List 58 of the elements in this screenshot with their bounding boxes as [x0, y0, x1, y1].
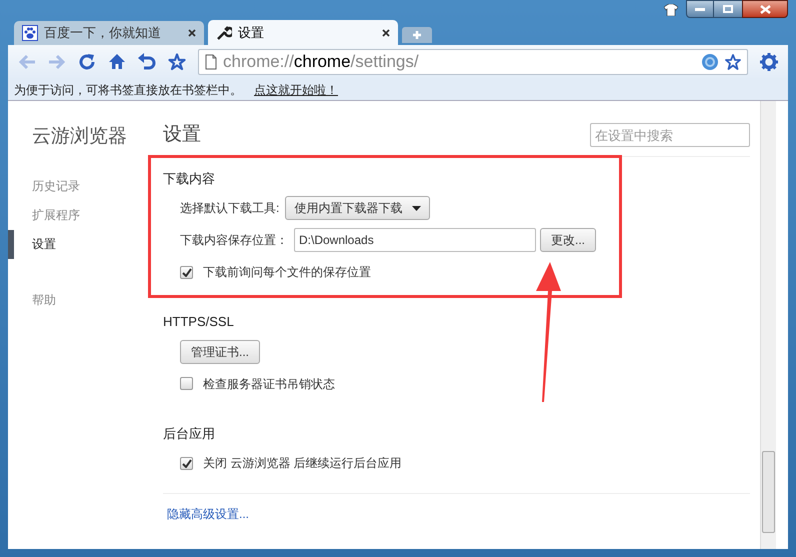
- forward-icon: [48, 54, 66, 70]
- browser-name: 云游浏览器: [31, 125, 128, 149]
- tab-title: 设置: [238, 24, 265, 42]
- wrench-icon: [216, 24, 232, 40]
- manage-certificates-button[interactable]: 管理证书...: [180, 340, 260, 364]
- reload-icon: [78, 53, 96, 71]
- close-icon: [382, 28, 390, 36]
- download-tool-dropdown[interactable]: 使用内置下载器下载: [285, 196, 430, 220]
- sidebar-item[interactable]: 帮助: [32, 291, 56, 309]
- hide-advanced-link[interactable]: 隐藏高级设置...: [167, 507, 250, 521]
- url-text: chrome://chrome/settings/: [223, 51, 420, 74]
- field-label: 选择默认下载工具:: [180, 200, 280, 217]
- maximize-button[interactable]: [714, 0, 742, 18]
- close-button[interactable]: [742, 0, 788, 18]
- search-field[interactable]: 在设置中搜索: [590, 123, 750, 148]
- bookmark-link[interactable]: 点这就开始啦！: [254, 80, 338, 98]
- home-icon: [108, 53, 126, 71]
- close-icon: [760, 4, 770, 14]
- checkbox[interactable]: [180, 377, 193, 390]
- minimize-button[interactable]: [686, 0, 714, 18]
- address-bar[interactable]: chrome://chrome/settings/: [198, 49, 748, 75]
- plus-icon: [412, 30, 422, 40]
- undo-icon: [138, 53, 156, 71]
- close-icon: [188, 29, 196, 37]
- page-icon: [205, 54, 217, 70]
- caret-icon: [412, 206, 422, 210]
- check-icon: [182, 458, 192, 468]
- minimize-icon: [695, 8, 705, 10]
- shirt-icon: [664, 4, 678, 16]
- checkbox[interactable]: [180, 456, 193, 470]
- checkbox-label: 检查服务器证书吊销状态: [203, 376, 335, 392]
- scrollbar-thumb[interactable]: [762, 451, 775, 533]
- circle-logo-icon: [701, 53, 719, 71]
- scrollbar[interactable]: [760, 101, 776, 549]
- field-label: 下载内容保存位置：: [180, 232, 288, 249]
- change-button[interactable]: 更改...: [540, 228, 596, 252]
- sidebar-item[interactable]: 设置: [32, 235, 56, 253]
- checkbox-label: 关闭 云游浏览器 后继续运行后台应用: [203, 455, 402, 472]
- back-icon: [18, 54, 36, 70]
- section-title: HTTPS/SSL: [163, 313, 235, 331]
- maximize-icon: [723, 5, 733, 13]
- tab[interactable]: 百度一下，你就知道: [14, 21, 204, 45]
- path-field[interactable]: D:\Downloads: [294, 228, 536, 252]
- page-title: 设置: [163, 123, 201, 147]
- section-title: 后台应用: [163, 424, 216, 442]
- star-icon: [168, 53, 186, 71]
- bookmark-star-icon: [725, 54, 741, 70]
- tab[interactable]: 设置: [208, 20, 398, 45]
- bookmark-hint: 为便于访问，可将书签直接放在书签栏中。: [14, 82, 242, 98]
- check-icon: [182, 268, 192, 276]
- settings-icon: [760, 53, 778, 71]
- section-title: 下载内容: [163, 170, 216, 188]
- sidebar-item[interactable]: 历史记录: [32, 177, 80, 195]
- tab-title: 百度一下，你就知道: [44, 24, 162, 42]
- sidebar-item[interactable]: 扩展程序: [32, 206, 80, 224]
- paw-icon: [22, 25, 38, 41]
- checkbox-label: 下载前询问每个文件的保存位置: [203, 264, 371, 281]
- checkbox[interactable]: [180, 266, 193, 278]
